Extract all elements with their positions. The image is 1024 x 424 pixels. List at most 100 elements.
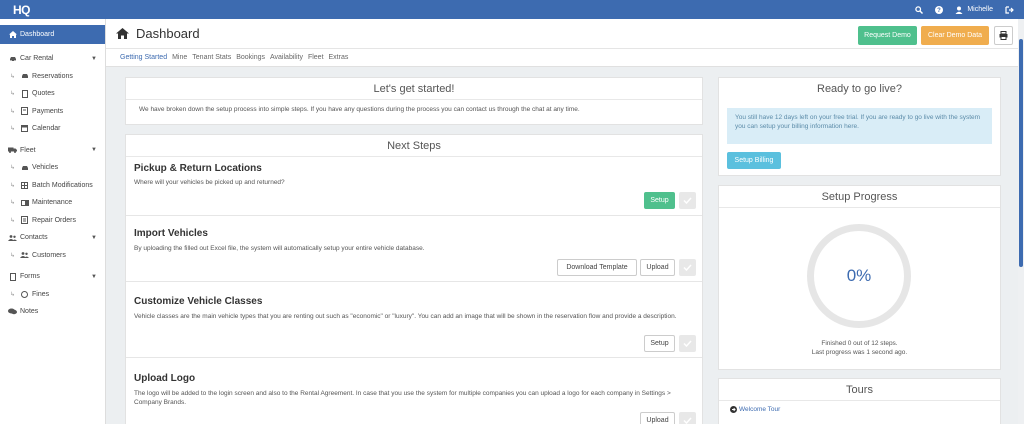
sidebar-item-label: Dashboard (20, 31, 55, 38)
sidebar-item-payments[interactable]: ↳ Payments (0, 103, 105, 121)
progress-last-text: Last progress was 1 second ago. (811, 349, 908, 356)
sidebar-item-label: Forms (20, 273, 40, 281)
user-menu[interactable]: Michelle (955, 6, 993, 14)
user-icon (955, 6, 963, 14)
sidebar-item-batch-modifications[interactable]: ↳ Batch Modifications (0, 177, 105, 195)
sidebar-item-label: Batch Modifications (32, 181, 93, 189)
caret-down-icon: ▼ (91, 147, 97, 154)
maintenance-icon (20, 199, 29, 206)
sidebar-item-label: Car Rental (20, 55, 54, 63)
setup-locations-button[interactable]: Setup (644, 192, 675, 209)
sidebar-item-label: Quotes (32, 90, 55, 98)
tab-getting-started[interactable]: Getting Started (120, 54, 167, 61)
tours-title: Tours (719, 379, 1000, 401)
tab-mine[interactable]: Mine (172, 54, 187, 61)
top-right-controls: ? Michelle (903, 0, 1014, 19)
tab-tenant-stats[interactable]: Tenant Stats (192, 54, 231, 61)
print-icon (999, 31, 1008, 40)
sidebar-item-maintenance[interactable]: ↳ Maintenance (0, 194, 105, 212)
sidebar-item-dashboard[interactable]: Dashboard (0, 25, 105, 44)
sidebar-item-calendar[interactable]: ↳ Calendar (0, 120, 105, 138)
sub-arrow-icon: ↳ (10, 182, 16, 189)
sidebar-item-label: Maintenance (32, 199, 73, 207)
users-icon (8, 234, 17, 241)
sidebar-item-car-rental[interactable]: Car Rental ▼ (0, 50, 105, 68)
step-title: Customize Vehicle Classes (134, 296, 263, 307)
table-icon (20, 181, 29, 189)
sidebar-item-forms[interactable]: Forms ▼ (0, 268, 105, 286)
sidebar-item-label: Fleet (20, 146, 36, 154)
form-icon (8, 272, 17, 281)
trial-info-box: You still have 12 days left on your free… (727, 108, 992, 144)
sidebar-item-contacts[interactable]: Contacts ▼ (0, 229, 105, 247)
document-icon (20, 89, 29, 98)
check-icon (679, 412, 696, 424)
svg-text:?: ? (937, 8, 941, 14)
users-icon (20, 252, 30, 259)
progress-ring: 0% (807, 224, 911, 328)
sidebar-item-label: Reservations (32, 72, 73, 80)
sub-arrow-icon: ↳ (10, 252, 16, 259)
scrollbar[interactable] (1018, 19, 1024, 424)
sub-arrow-icon: ↳ (10, 91, 16, 98)
help-icon[interactable]: ? (935, 5, 944, 14)
clear-demo-data-button[interactable]: Clear Demo Data (921, 26, 989, 45)
progress-steps-text: Finished 0 out of 12 steps. (821, 340, 898, 347)
tab-fleet[interactable]: Fleet (308, 54, 324, 61)
scrollbar-thumb[interactable] (1019, 39, 1023, 267)
search-icon[interactable] (915, 5, 924, 14)
tab-bookings[interactable]: Bookings (236, 54, 265, 61)
payment-icon (20, 107, 29, 116)
caret-down-icon: ▼ (91, 273, 97, 280)
logout-icon[interactable] (1005, 5, 1014, 14)
calendar-icon (20, 125, 29, 133)
sidebar-item-quotes[interactable]: ↳ Quotes (0, 85, 105, 103)
tab-availability[interactable]: Availability (270, 54, 303, 61)
sidebar-item-label: Fines (32, 290, 50, 298)
caret-down-icon: ▼ (91, 55, 97, 62)
step-description: Vehicle classes are the main vehicle typ… (134, 313, 677, 320)
next-steps-title: Next Steps (126, 135, 702, 157)
sidebar-item-reservations[interactable]: ↳ Reservations (0, 68, 105, 86)
repair-icon (20, 216, 29, 225)
car-icon (20, 73, 29, 79)
download-template-button[interactable]: Download Template (557, 259, 637, 276)
home-icon (116, 28, 129, 39)
truck-icon (8, 147, 17, 154)
upload-vehicles-button[interactable]: Upload (640, 259, 675, 276)
sidebar-item-customers[interactable]: ↳ Customers (0, 247, 105, 265)
comments-icon (8, 308, 17, 315)
dashboard-tabs: Getting Started Mine Tenant Stats Bookin… (106, 48, 1024, 67)
check-icon (679, 335, 696, 352)
setup-billing-button[interactable]: Setup Billing (727, 152, 781, 169)
sidebar-item-label: Contacts (20, 234, 48, 242)
welcome-tour-link[interactable]: Welcome Tour (730, 406, 780, 413)
sidebar-item-fleet[interactable]: Fleet ▼ (0, 142, 105, 160)
upload-logo-button[interactable]: Upload (640, 412, 675, 424)
getting-started-card: Let's get started! We have broken down t… (125, 77, 703, 125)
print-button[interactable] (994, 26, 1013, 45)
step-title: Import Vehicles (134, 228, 208, 239)
check-icon (679, 192, 696, 209)
sidebar-item-fines[interactable]: ↳ Fines (0, 286, 105, 304)
sidebar-item-notes[interactable]: Notes (0, 303, 105, 321)
sidebar-item-vehicles[interactable]: ↳ Vehicles (0, 159, 105, 177)
check-icon (679, 259, 696, 276)
top-bar: HQ ? Michelle (0, 0, 1024, 19)
next-steps-card: Next Steps Pickup & Return Locations Whe… (125, 134, 703, 424)
step-description: Where will your vehicles be picked up an… (134, 179, 285, 186)
setup-classes-button[interactable]: Setup (644, 335, 675, 352)
sub-arrow-icon: ↳ (10, 200, 16, 207)
car-icon (20, 165, 29, 171)
app-logo[interactable]: HQ (13, 3, 31, 17)
page-header: Dashboard Request Demo Clear Demo Data (106, 19, 1024, 48)
progress-percent: 0% (846, 266, 872, 285)
sub-arrow-icon: ↳ (10, 126, 16, 133)
tab-extras[interactable]: Extras (329, 54, 349, 61)
sidebar-item-repair-orders[interactable]: ↳ Repair Orders (0, 212, 105, 230)
sub-arrow-icon: ↳ (10, 73, 16, 80)
sidebar: Dashboard Car Rental ▼ ↳ Reservations ↳ … (0, 19, 106, 424)
request-demo-button[interactable]: Request Demo (858, 26, 917, 45)
car-icon (8, 56, 17, 62)
fines-icon (20, 290, 29, 298)
